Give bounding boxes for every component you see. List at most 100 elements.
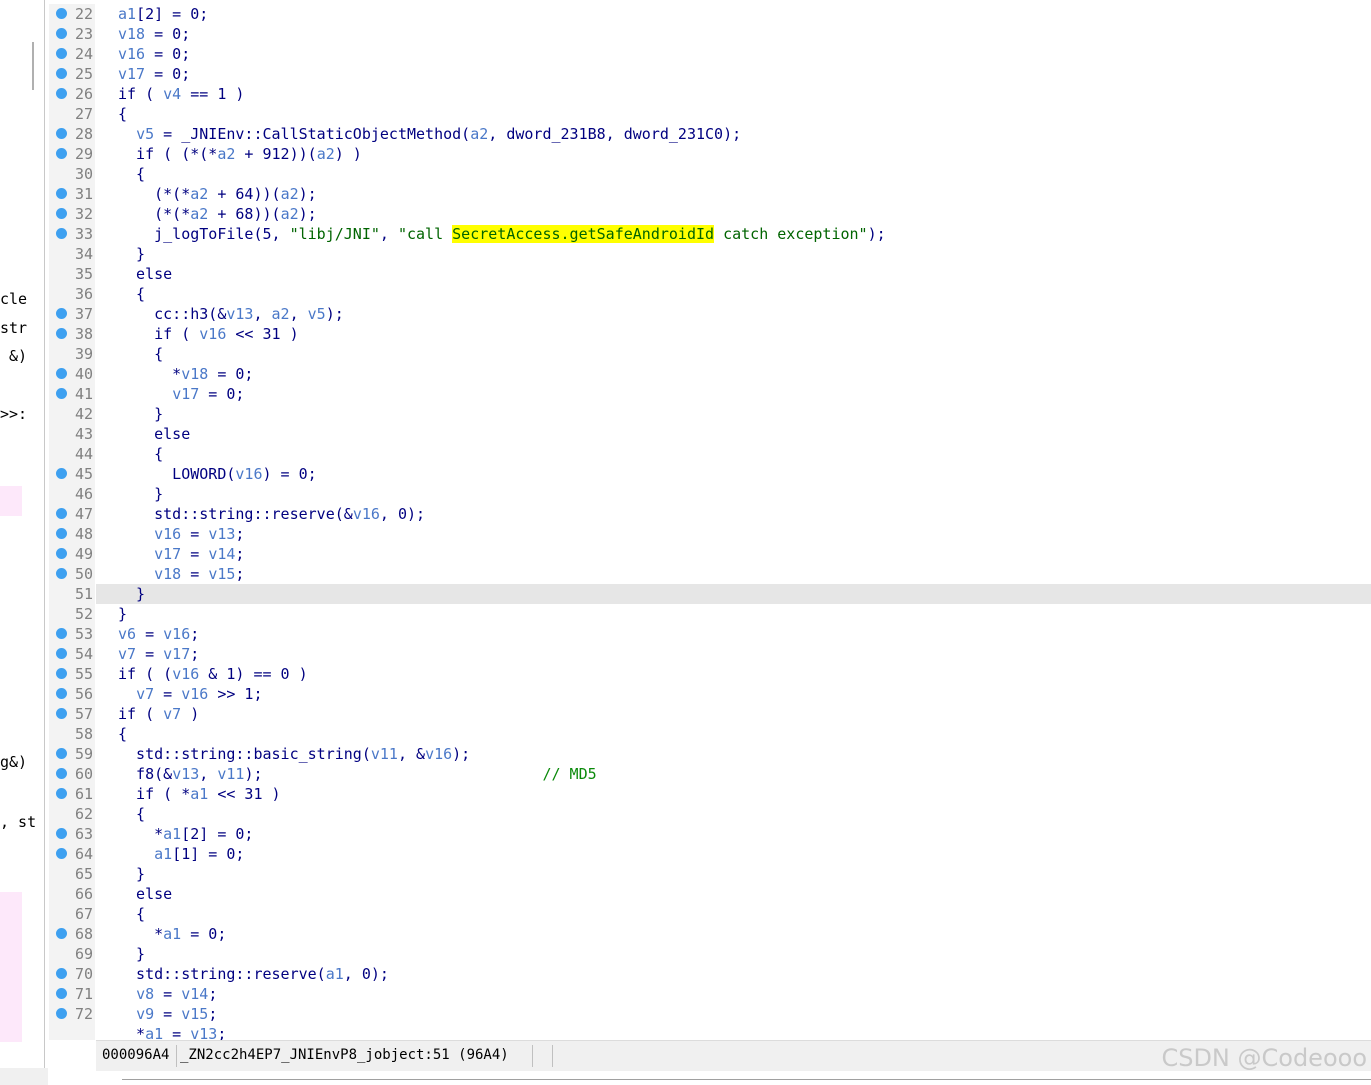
line-number[interactable]: 23 <box>49 24 95 44</box>
code-line[interactable]: else <box>96 264 1371 284</box>
line-number[interactable]: 50 <box>49 564 95 584</box>
line-number[interactable]: 28 <box>49 124 95 144</box>
line-number[interactable]: 60 <box>49 764 95 784</box>
code-line[interactable]: } <box>96 944 1371 964</box>
code-line[interactable]: std::string::basic_string(v11, &v16); <box>96 744 1371 764</box>
code-line[interactable]: } <box>96 404 1371 424</box>
breakpoint-dot-icon[interactable] <box>56 628 67 639</box>
code-line[interactable]: v6 = v16; <box>96 624 1371 644</box>
line-number[interactable]: 71 <box>49 984 95 1004</box>
breakpoint-dot-icon[interactable] <box>56 548 67 559</box>
line-number[interactable]: 29 <box>49 144 95 164</box>
breakpoint-dot-icon[interactable] <box>56 768 67 779</box>
line-number[interactable]: 43 <box>49 424 95 444</box>
code-line[interactable]: std::string::reserve(a1, 0); <box>96 964 1371 984</box>
line-number[interactable]: 27 <box>49 104 95 124</box>
line-number[interactable]: 62 <box>49 804 95 824</box>
code-line[interactable]: j_logToFile(5, "libj/JNI", "call SecretA… <box>96 224 1371 244</box>
code-line[interactable]: } <box>96 484 1371 504</box>
line-number[interactable]: 63 <box>49 824 95 844</box>
breakpoint-dot-icon[interactable] <box>56 848 67 859</box>
code-line[interactable]: (*(*a2 + 68))(a2); <box>96 204 1371 224</box>
breakpoint-dot-icon[interactable] <box>56 368 67 379</box>
line-number[interactable]: 58 <box>49 724 95 744</box>
code-line[interactable]: (*(*a2 + 64))(a2); <box>96 184 1371 204</box>
code-line[interactable]: else <box>96 884 1371 904</box>
code-line[interactable]: { <box>96 104 1371 124</box>
line-number[interactable]: 57 <box>49 704 95 724</box>
code-line[interactable]: v17 = 0; <box>96 384 1371 404</box>
line-number[interactable]: 22 <box>49 4 95 24</box>
line-number[interactable]: 49 <box>49 544 95 564</box>
line-number[interactable]: 44 <box>49 444 95 464</box>
line-number[interactable]: 56 <box>49 684 95 704</box>
line-number[interactable]: 48 <box>49 524 95 544</box>
code-line[interactable]: *a1 = v13; <box>96 1024 1371 1040</box>
line-number[interactable]: 45 <box>49 464 95 484</box>
breakpoint-dot-icon[interactable] <box>56 928 67 939</box>
breakpoint-dot-icon[interactable] <box>56 568 67 579</box>
line-number[interactable]: 32 <box>49 204 95 224</box>
left-panel-scrollbar[interactable] <box>32 42 34 90</box>
code-line[interactable]: } <box>96 604 1371 624</box>
line-number[interactable]: 64 <box>49 844 95 864</box>
breakpoint-dot-icon[interactable] <box>56 328 67 339</box>
breakpoint-dot-icon[interactable] <box>56 708 67 719</box>
code-line[interactable]: cc::h3(&v13, a2, v5); <box>96 304 1371 324</box>
breakpoint-dot-icon[interactable] <box>56 668 67 679</box>
code-line[interactable]: { <box>96 284 1371 304</box>
breakpoint-dot-icon[interactable] <box>56 208 67 219</box>
line-number[interactable]: 30 <box>49 164 95 184</box>
breakpoint-dot-icon[interactable] <box>56 528 67 539</box>
code-line[interactable]: } <box>96 244 1371 264</box>
breakpoint-dot-icon[interactable] <box>56 648 67 659</box>
code-line[interactable]: *v18 = 0; <box>96 364 1371 384</box>
line-number[interactable]: 59 <box>49 744 95 764</box>
line-number[interactable]: 53 <box>49 624 95 644</box>
pseudocode-view[interactable]: a1[2] = 0; v18 = 0; v16 = 0; v17 = 0; if ( v… <box>96 4 1371 1040</box>
line-number[interactable]: 31 <box>49 184 95 204</box>
breakpoint-dot-icon[interactable] <box>56 148 67 159</box>
code-line[interactable]: v9 = v15; <box>96 1004 1371 1024</box>
line-number[interactable]: 34 <box>49 244 95 264</box>
code-line[interactable]: if ( v4 == 1 ) <box>96 84 1371 104</box>
breakpoint-dot-icon[interactable] <box>56 688 67 699</box>
code-line[interactable]: v7 = v17; <box>96 644 1371 664</box>
breakpoint-dot-icon[interactable] <box>56 388 67 399</box>
line-number[interactable]: 46 <box>49 484 95 504</box>
breakpoint-dot-icon[interactable] <box>56 228 67 239</box>
line-number-gutter[interactable]: 22 23 24 25 26 27 28 29 30 31 32 33 34 35 36 37 38 39 40 41… <box>49 4 95 1040</box>
code-line[interactable]: v7 = v16 >> 1; <box>96 684 1371 704</box>
code-line[interactable]: v18 = 0; <box>96 24 1371 44</box>
line-number[interactable]: 35 <box>49 264 95 284</box>
code-line[interactable]: } <box>96 864 1371 884</box>
code-line[interactable]: v16 = 0; <box>96 44 1371 64</box>
breakpoint-dot-icon[interactable] <box>56 1008 67 1019</box>
breakpoint-dot-icon[interactable] <box>56 28 67 39</box>
line-number[interactable]: 38 <box>49 324 95 344</box>
breakpoint-dot-icon[interactable] <box>56 988 67 999</box>
code-line[interactable]: { <box>96 904 1371 924</box>
breakpoint-dot-icon[interactable] <box>56 8 67 19</box>
line-number[interactable]: 55 <box>49 664 95 684</box>
line-number[interactable]: 61 <box>49 784 95 804</box>
line-number[interactable]: 52 <box>49 604 95 624</box>
code-line[interactable]: { <box>96 724 1371 744</box>
code-line[interactable]: if ( v16 << 31 ) <box>96 324 1371 344</box>
code-line[interactable]: { <box>96 444 1371 464</box>
breakpoint-dot-icon[interactable] <box>56 48 67 59</box>
code-line[interactable]: if ( *a1 << 31 ) <box>96 784 1371 804</box>
breakpoint-dot-icon[interactable] <box>56 748 67 759</box>
panel-divider[interactable] <box>44 0 45 1072</box>
breakpoint-dot-icon[interactable] <box>56 828 67 839</box>
line-number[interactable]: 65 <box>49 864 95 884</box>
code-line[interactable]: { <box>96 804 1371 824</box>
code-line[interactable]: v8 = v14; <box>96 984 1371 1004</box>
line-number[interactable]: 36 <box>49 284 95 304</box>
line-number[interactable]: 24 <box>49 44 95 64</box>
line-number[interactable]: 70 <box>49 964 95 984</box>
line-number[interactable]: 69 <box>49 944 95 964</box>
code-line[interactable]: f8(&v13, v11); // MD5 <box>96 764 1371 784</box>
breakpoint-dot-icon[interactable] <box>56 88 67 99</box>
breakpoint-dot-icon[interactable] <box>56 128 67 139</box>
